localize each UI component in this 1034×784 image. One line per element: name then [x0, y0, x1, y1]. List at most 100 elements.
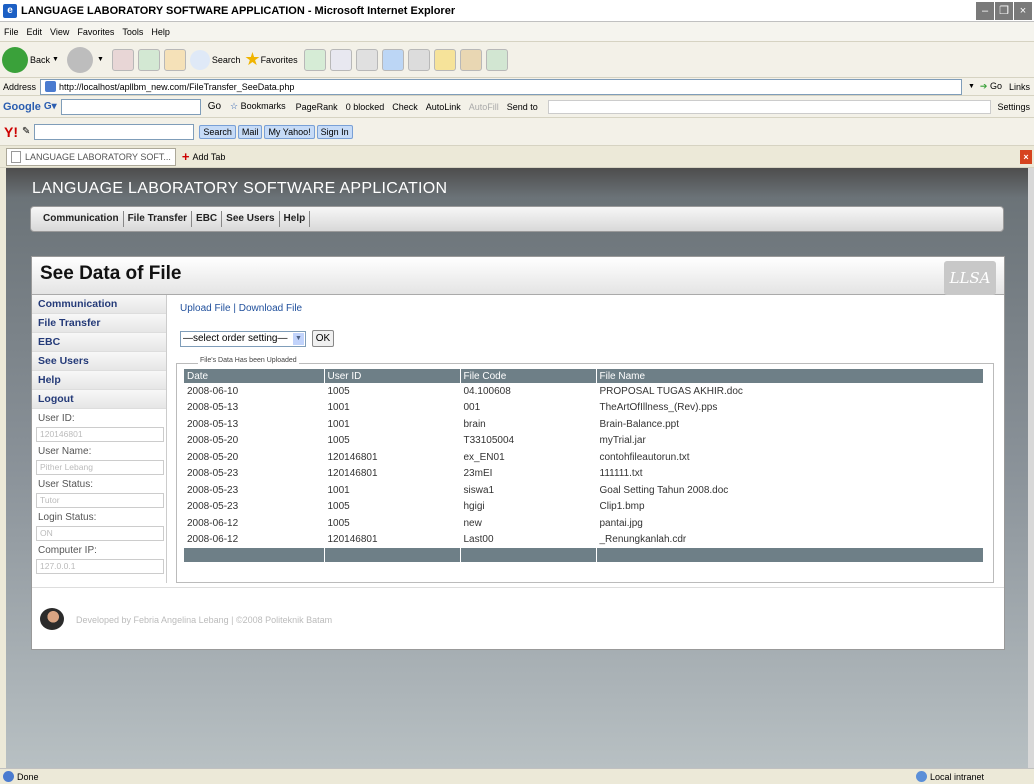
back-button[interactable]: Back ▼ [0, 46, 61, 73]
footer: Developed by Febria Angelina Lebang | ©2… [32, 587, 1004, 649]
vertical-scrollbar[interactable] [1028, 168, 1034, 768]
chevron-down-icon: ▼ [293, 332, 304, 345]
download-file-link[interactable]: Download File [239, 303, 302, 314]
cell-file-name: Goal Setting Tahun 2008.doc [596, 482, 984, 499]
menu-view[interactable]: View [46, 27, 73, 37]
menu-file[interactable]: File [0, 27, 23, 37]
table-row: 2008-05-13 1001 001 TheArtOfIllness_(Rev).p… [184, 399, 984, 416]
home-icon[interactable] [163, 48, 186, 71]
favorites-button[interactable]: ★ Favorites [244, 49, 297, 70]
yahoo-search-button[interactable]: Search [199, 124, 236, 139]
autofill-button[interactable]: AutoFill [469, 102, 499, 112]
user-name-label: User Name: [38, 446, 92, 457]
yahoo-mail-button[interactable]: Mail [237, 124, 263, 139]
google-search-input[interactable] [60, 98, 201, 115]
table-footer-row [184, 548, 984, 562]
table-row: 2008-05-23 1005 hgigi Clip1.bmp [184, 498, 984, 515]
cell-file-code: 001 [460, 399, 597, 416]
cell-date: 2008-05-20 [184, 449, 325, 466]
google-bookmarks-button[interactable]: ☆ Bookmarks [230, 101, 286, 112]
stop-icon[interactable] [111, 48, 134, 71]
google-highlight-field[interactable] [547, 99, 992, 114]
print-icon[interactable] [355, 48, 378, 71]
order-select[interactable]: —select order setting— ▼ [180, 330, 306, 347]
restore-button[interactable]: ❐ [995, 2, 1013, 20]
google-g-icon[interactable]: G▾ [44, 101, 57, 112]
menu-help[interactable]: Help [147, 27, 174, 37]
star-icon: ☆ [230, 101, 239, 111]
edit-icon[interactable] [407, 48, 430, 71]
notes-icon[interactable] [433, 48, 456, 71]
menu-favorites[interactable]: Favorites [73, 27, 118, 37]
cell-file-name: PROPOSAL TUGAS AKHIR.doc [596, 383, 984, 400]
google-logo[interactable]: Google [0, 101, 41, 113]
close-tab-icon[interactable]: × [1020, 150, 1032, 164]
minimize-button[interactable]: – [976, 2, 994, 20]
history-icon[interactable] [303, 48, 326, 71]
address-input[interactable]: http://localhost/apllbm_new.com/FileTran… [40, 78, 962, 95]
cell-user-id: 1001 [324, 482, 461, 499]
users-icon[interactable] [485, 48, 508, 71]
nav-help[interactable]: Help [280, 211, 311, 227]
nav-see-users[interactable]: See Users [222, 211, 280, 227]
autolink-button[interactable]: AutoLink [426, 102, 461, 112]
sidebar-item-see-users[interactable]: See Users [32, 352, 166, 371]
pagerank-button[interactable]: PageRank [296, 102, 338, 112]
table-row: 2008-05-13 1001 brain Brain-Balance.ppt [184, 416, 984, 433]
ok-button[interactable]: OK [312, 330, 334, 347]
sidebar-item-logout[interactable]: Logout [32, 390, 166, 409]
tab-current[interactable]: LANGUAGE LABORATORY SOFT... [6, 147, 176, 166]
links-button[interactable]: Links [1009, 82, 1030, 92]
popup-blocked-button[interactable]: 0 blocked [346, 102, 385, 112]
sidebar-item-communication[interactable]: Communication [32, 295, 166, 314]
nav-ebc[interactable]: EBC [192, 211, 223, 227]
cell-date: 2008-05-23 [184, 482, 325, 499]
sidebar-item-file-transfer[interactable]: File Transfer [32, 314, 166, 333]
yahoo-search-input[interactable] [34, 123, 195, 140]
globe-icon [915, 771, 927, 782]
refresh-icon[interactable] [137, 48, 160, 71]
nav-communication[interactable]: Communication [39, 211, 124, 227]
page-icon [11, 150, 21, 163]
search-button[interactable]: Search [188, 49, 240, 70]
status-bar: Done Local intranet [0, 768, 1034, 784]
sidebar-item-ebc[interactable]: EBC [32, 333, 166, 352]
sign-in-button[interactable]: Sign In [316, 124, 353, 139]
pencil-icon[interactable]: ✎ [22, 126, 30, 137]
file-data-section: Upload File | Download File —select orde… [176, 303, 1000, 583]
sidebar-item-help[interactable]: Help [32, 371, 166, 390]
add-tab-button[interactable]: + Add Tab [182, 149, 225, 164]
cell-date: 2008-06-10 [184, 383, 325, 400]
yahoo-logo[interactable]: Y! [0, 124, 18, 140]
spellcheck-button[interactable]: Check [392, 102, 418, 112]
go-button[interactable]: ➔ Go [980, 81, 1002, 92]
menu-tools[interactable]: Tools [118, 27, 147, 37]
link-separator: | [230, 303, 239, 314]
nav-file-transfer[interactable]: File Transfer [124, 211, 193, 227]
cell-user-id: 120146801 [324, 531, 461, 548]
google-go-button[interactable]: Go [208, 101, 221, 112]
upload-file-link[interactable]: Upload File [180, 303, 231, 314]
forward-button[interactable]: ▼ [65, 46, 106, 73]
cell-file-name: TheArtOfIllness_(Rev).pps [596, 399, 984, 416]
cell-file-code: new [460, 515, 597, 532]
computer-ip-label: Computer IP: [38, 545, 97, 556]
close-button[interactable]: × [1014, 2, 1032, 20]
ie-page-icon [3, 771, 14, 782]
col-date: Date [184, 369, 325, 383]
research-icon[interactable] [459, 48, 482, 71]
table-row: 2008-06-12 120146801 Last00 _Renungkanlah.c… [184, 531, 984, 548]
mail-icon[interactable] [329, 48, 352, 71]
menu-edit[interactable]: Edit [23, 27, 47, 37]
cell-file-name: Brain-Balance.ppt [596, 416, 984, 433]
address-dropdown-icon[interactable]: ▼ [968, 83, 975, 90]
messenger-icon[interactable] [381, 48, 404, 71]
user-name-field: Pither Lebang [36, 460, 164, 475]
cell-file-code: siswa1 [460, 482, 597, 499]
settings-button[interactable]: Settings [997, 102, 1030, 112]
go-arrow-icon: ➔ [979, 81, 988, 91]
file-links: Upload File | Download File [180, 303, 1000, 314]
my-yahoo-button[interactable]: My Yahoo! [264, 124, 315, 139]
cell-user-id: 120146801 [324, 449, 461, 466]
sendto-button[interactable]: Send to [507, 102, 538, 112]
